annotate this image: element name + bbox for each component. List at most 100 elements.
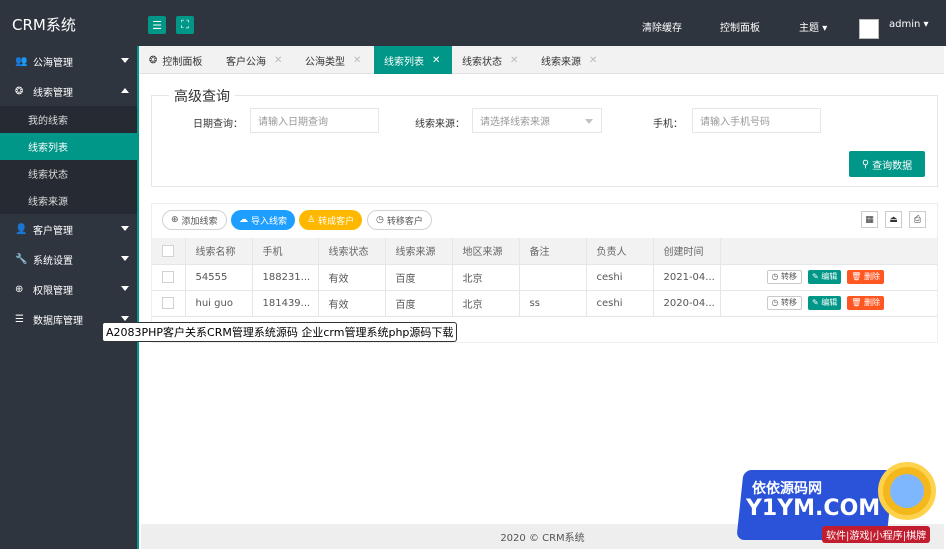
- query-button-label: 查询数据: [872, 160, 913, 172]
- phone-label: 手机：: [653, 119, 683, 130]
- watermark-line3: 软件|游戏|小程序|棋牌: [822, 526, 931, 543]
- add-lead-button[interactable]: ⊕ 添加线索: [162, 210, 227, 230]
- print-icon[interactable]: ⎙: [909, 211, 926, 228]
- row-delete-label: 删除: [863, 298, 880, 307]
- sidebar-subitem-lead-status[interactable]: 线索状态: [0, 160, 137, 187]
- sidebar-subitem-lead-list[interactable]: 线索列表: [0, 133, 137, 160]
- columns-icon[interactable]: ▦: [861, 211, 878, 228]
- row-delete-label: 删除: [863, 272, 880, 281]
- table-row: hui guo 181439... 有效 百度 北京 ss ceshi 2020…: [152, 290, 937, 317]
- app: CRM系统 ☰ ⛶ 清除缓存 控制面板 主题 ▾ admin ▾ 👥 公海管理 ❂…: [0, 0, 946, 549]
- lead-created: 2021-04...: [653, 264, 721, 291]
- tab-lead-source[interactable]: 线索来源 ✕: [531, 46, 610, 74]
- control-panel-link[interactable]: 控制面板: [720, 19, 760, 34]
- sidebar-item-customers[interactable]: 👤 客户管理: [0, 214, 137, 244]
- user-menu[interactable]: admin ▾: [889, 19, 929, 30]
- export-icon[interactable]: ⏏: [885, 211, 902, 228]
- trash-icon: 🗑: [851, 298, 862, 307]
- close-icon[interactable]: ✕: [510, 55, 518, 66]
- row-edit-button[interactable]: ✎ 编辑: [808, 296, 842, 310]
- tab-label: 线索列表: [384, 56, 424, 68]
- lead-name: hui guo: [185, 290, 253, 317]
- sidebar-item-settings[interactable]: 🔧 系统设置: [0, 244, 137, 274]
- theme-menu[interactable]: 主题 ▾: [799, 19, 827, 34]
- sidebar-subitem-my-leads[interactable]: 我的线索: [0, 106, 137, 133]
- compass-icon: ❂: [15, 85, 24, 97]
- tab-customer-sea[interactable]: 客户公海 ✕: [216, 46, 295, 74]
- database-icon: ☰: [15, 313, 24, 325]
- column-header[interactable]: 负责人: [586, 238, 654, 265]
- top-header: CRM系统 ☰ ⛶ 清除缓存 控制面板 主题 ▾ admin ▾: [0, 0, 946, 46]
- caret-down-icon: ▾: [822, 23, 828, 34]
- menu-toggle-button[interactable]: ☰: [148, 16, 166, 34]
- source-label: 线索来源：: [415, 119, 465, 130]
- column-header[interactable]: 创建时间: [653, 238, 721, 265]
- sidebar-item-sea[interactable]: 👥 公海管理: [0, 46, 137, 76]
- magnifier-lens: [890, 474, 924, 508]
- sidebar-item-label: 数据库管理: [33, 315, 83, 327]
- phone-input[interactable]: 请输入手机号码: [692, 108, 821, 133]
- date-input[interactable]: 请输入日期查询: [250, 108, 379, 133]
- clock-icon: ◷: [771, 298, 779, 307]
- convert-customer-label: 转成客户: [318, 216, 355, 227]
- row-transfer-button[interactable]: ◷ 转移: [766, 270, 803, 284]
- row-checkbox[interactable]: [162, 297, 174, 309]
- avatar[interactable]: [859, 19, 879, 39]
- select-all-checkbox[interactable]: [162, 244, 174, 257]
- transfer-customer-label: 转移客户: [386, 216, 423, 227]
- row-transfer-button[interactable]: ◷ 转移: [766, 296, 803, 310]
- source-select[interactable]: 请选择线索来源: [472, 108, 602, 133]
- fullscreen-button[interactable]: ⛶: [176, 16, 194, 34]
- clear-cache-link[interactable]: 清除缓存: [642, 19, 682, 34]
- caret-down-icon: ▾: [923, 19, 929, 30]
- row-checkbox[interactable]: [162, 271, 174, 283]
- transfer-customer-button[interactable]: ◷ 转移客户: [367, 210, 432, 230]
- search-icon: ⚲: [861, 158, 870, 170]
- sidebar-item-label: 权限管理: [33, 285, 73, 297]
- close-icon[interactable]: ✕: [432, 55, 440, 66]
- convert-customer-button[interactable]: ♙ 转成客户: [299, 210, 363, 230]
- chevron-down-icon: [121, 316, 129, 321]
- tab-lead-list[interactable]: 线索列表 ✕: [374, 46, 452, 74]
- row-edit-label: 编辑: [821, 298, 838, 307]
- lead-note: ss: [519, 290, 587, 317]
- row-delete-button[interactable]: 🗑 删除: [847, 296, 884, 310]
- lead-region: 北京: [452, 290, 520, 317]
- row-edit-button[interactable]: ✎ 编辑: [808, 270, 842, 284]
- sidebar-subitem-lead-source[interactable]: 线索来源: [0, 187, 137, 214]
- column-header[interactable]: 线索状态: [318, 238, 386, 265]
- advanced-search-panel: 高级查询 日期查询： 请输入日期查询 线索来源： 请选择线索来源 手机： 请输入…: [151, 86, 938, 187]
- sidebar-item-leads[interactable]: ❂ 线索管理: [0, 76, 137, 106]
- tab-sea-type[interactable]: 公海类型 ✕: [295, 46, 374, 74]
- chevron-down-icon: [121, 256, 129, 261]
- globe-icon: ⊕: [15, 283, 24, 295]
- compass-icon: ❂: [149, 54, 158, 66]
- column-header[interactable]: 线索名称: [185, 238, 253, 265]
- import-lead-label: 导入线索: [251, 216, 288, 227]
- query-button[interactable]: ⚲ 查询数据: [849, 151, 925, 177]
- column-header[interactable]: 地区来源: [452, 238, 520, 265]
- import-lead-button[interactable]: ☁ 导入线索: [231, 210, 296, 230]
- user-icon: ♙: [307, 215, 316, 225]
- sidebar-item-label: 客户管理: [33, 225, 73, 237]
- watermark-logo: 依依源码网 Y1YM.COM 软件|游戏|小程序|棋牌: [726, 460, 946, 549]
- close-icon[interactable]: ✕: [589, 55, 597, 66]
- sidebar: 👥 公海管理 ❂ 线索管理 我的线索 线索列表 线索状态 线索来源 👤 客户管理 🔧 系…: [0, 46, 137, 549]
- column-header[interactable]: 备注: [519, 238, 587, 265]
- close-icon[interactable]: ✕: [274, 55, 282, 66]
- row-delete-button[interactable]: 🗑 删除: [847, 270, 884, 284]
- table-row: 54555 188231... 有效 百度 北京 ceshi 2021-04..…: [152, 264, 937, 291]
- upload-icon: ☁: [239, 215, 248, 225]
- watermark-line1: 依依源码网: [752, 481, 822, 497]
- source-select-value: 请选择线索来源: [480, 117, 550, 128]
- close-icon[interactable]: ✕: [353, 55, 361, 66]
- column-header[interactable]: 线索来源: [385, 238, 453, 265]
- tab-dashboard[interactable]: ❂ 控制面板: [139, 46, 216, 74]
- sidebar-item-label: 线索管理: [33, 87, 73, 99]
- lead-phone: 188231...: [252, 264, 319, 291]
- sidebar-item-permissions[interactable]: ⊕ 权限管理: [0, 274, 137, 304]
- lead-phone: 181439...: [252, 290, 319, 317]
- wrench-icon: 🔧: [15, 253, 28, 265]
- column-header[interactable]: 手机: [252, 238, 319, 265]
- tab-lead-status[interactable]: 线索状态 ✕: [452, 46, 531, 74]
